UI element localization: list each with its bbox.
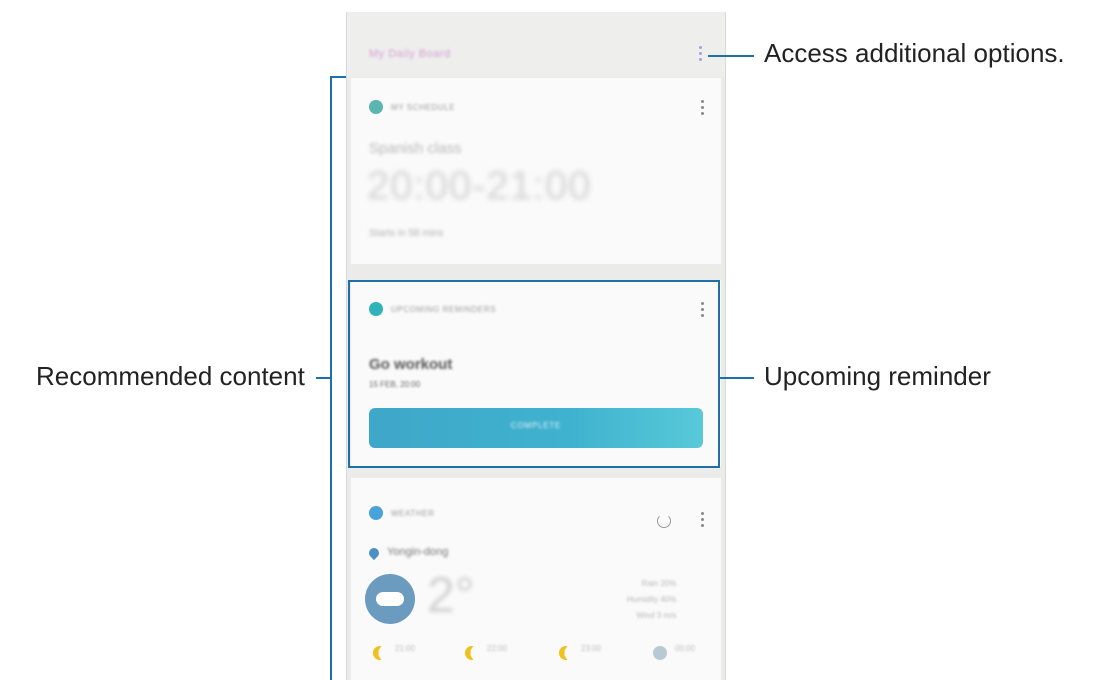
event-name: Spanish class: [369, 140, 462, 157]
app-header: My Daily Board: [347, 12, 725, 77]
cloud-icon: [653, 646, 667, 660]
weather-icon: [369, 506, 383, 520]
moon-cloud-icon: [373, 646, 382, 660]
weather-detail: Wind 3 m/s: [636, 611, 677, 620]
weather-details: Rain 20% Humidity 40% Wind 3 m/s: [627, 576, 676, 624]
more-options-icon[interactable]: [699, 46, 703, 62]
header-title: My Daily Board: [369, 48, 451, 60]
callout-options-label: Access additional options.: [764, 38, 1065, 68]
event-subtext: Starts in 58 mins: [369, 228, 444, 239]
weather-detail: Humidity 40%: [627, 595, 677, 604]
callout-line: [720, 377, 754, 379]
callout-bracket-tick: [330, 76, 346, 78]
calendar-icon: [369, 100, 383, 114]
card-header: MY SCHEDULE: [391, 103, 456, 112]
callout-recommended-label: Recommended content: [36, 361, 305, 391]
moon-icon: [559, 646, 568, 660]
reminder-highlight: [348, 280, 720, 468]
schedule-card[interactable]: MY SCHEDULE Spanish class 20:00-21:00 St…: [351, 78, 721, 264]
temperature: 2°: [427, 567, 475, 623]
card-options-icon[interactable]: [701, 100, 705, 116]
event-time: 20:00-21:00: [367, 164, 592, 208]
forecast-time: 22:00: [487, 644, 508, 653]
callout-bracket: [330, 76, 332, 680]
card-options-icon[interactable]: [701, 512, 705, 528]
callout-reminder-label: Upcoming reminder: [764, 361, 991, 391]
weather-detail: Rain 20%: [641, 579, 677, 588]
card-header: WEATHER: [391, 509, 435, 518]
location-name: Yongin-dong: [387, 546, 449, 558]
weather-card[interactable]: WEATHER Yongin-dong 2° Rain 20% Humidity…: [351, 478, 721, 680]
callout-line: [708, 55, 754, 57]
refresh-icon[interactable]: [657, 514, 671, 528]
cloud-icon: [365, 574, 415, 624]
forecast-time: 23:00: [581, 644, 602, 653]
location-pin-icon: [366, 545, 382, 561]
forecast-time: 00:00: [675, 644, 696, 653]
forecast-time: 21:00: [395, 644, 416, 653]
moon-icon: [465, 646, 474, 660]
callout-line: [316, 377, 330, 379]
